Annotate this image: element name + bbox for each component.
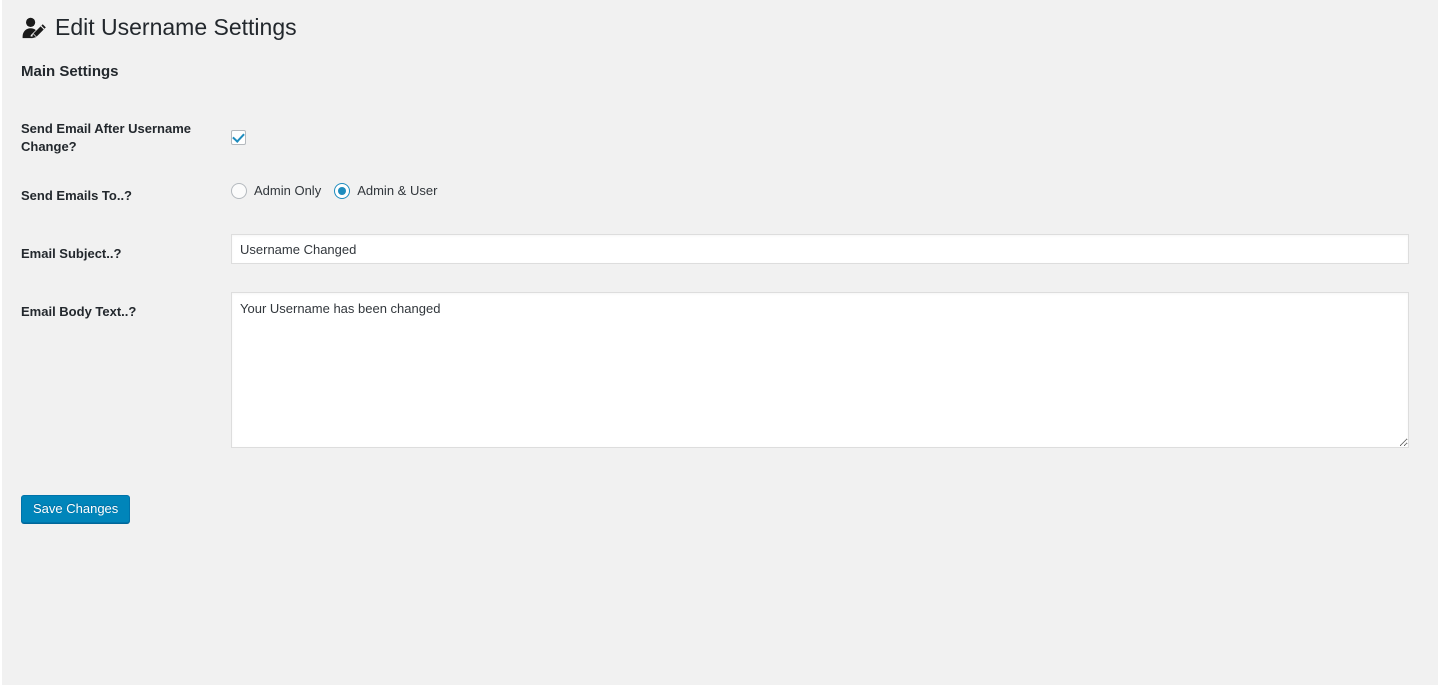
radio-label-admin-only: Admin Only: [254, 183, 322, 198]
label-send-emails-to: Send Emails To..?: [21, 188, 133, 203]
send-email-after-change-checkbox[interactable]: [231, 130, 246, 146]
radio-option-admin-and-user[interactable]: Admin & User: [334, 183, 437, 199]
label-email-subject: Email Subject..?: [21, 246, 122, 261]
email-subject-input[interactable]: [231, 234, 1409, 264]
form-row-send-email: Send Email After Username Change?: [0, 110, 1438, 176]
radio-admin-only[interactable]: [231, 183, 247, 199]
radio-option-admin-only[interactable]: Admin Only: [231, 183, 321, 199]
save-changes-button[interactable]: Save Changes: [21, 495, 131, 523]
radio-label-admin-and-user: Admin & User: [357, 183, 438, 198]
field-send-emails-to: Admin Only Admin & User: [231, 183, 437, 199]
user-edit-icon: [21, 15, 47, 41]
page-header: Edit Username Settings: [21, 14, 297, 42]
label-email-body: Email Body Text..?: [21, 304, 137, 319]
email-body-textarea[interactable]: [231, 292, 1409, 448]
send-emails-to-radio-group: Admin Only Admin & User: [231, 183, 437, 199]
field-email-body: [231, 292, 1409, 453]
submit-area: Save Changes: [21, 495, 131, 523]
field-email-subject: [231, 234, 1409, 264]
section-heading: Main Settings: [21, 63, 119, 80]
label-send-email-after-change: Send Email After Username Change?: [21, 121, 192, 154]
form-row-send-emails-to: Send Emails To..? Admin Only Admin & Use…: [0, 176, 1438, 234]
radio-admin-and-user[interactable]: [334, 183, 351, 199]
form-row-email-subject: Email Subject..?: [0, 234, 1438, 292]
admin-settings-page: Edit Username Settings Main Settings Sen…: [0, 0, 1438, 685]
settings-form: Send Email After Username Change? Send E…: [0, 110, 1438, 448]
field-send-email-after-change: [231, 129, 246, 147]
page-title: Edit Username Settings: [55, 14, 297, 40]
